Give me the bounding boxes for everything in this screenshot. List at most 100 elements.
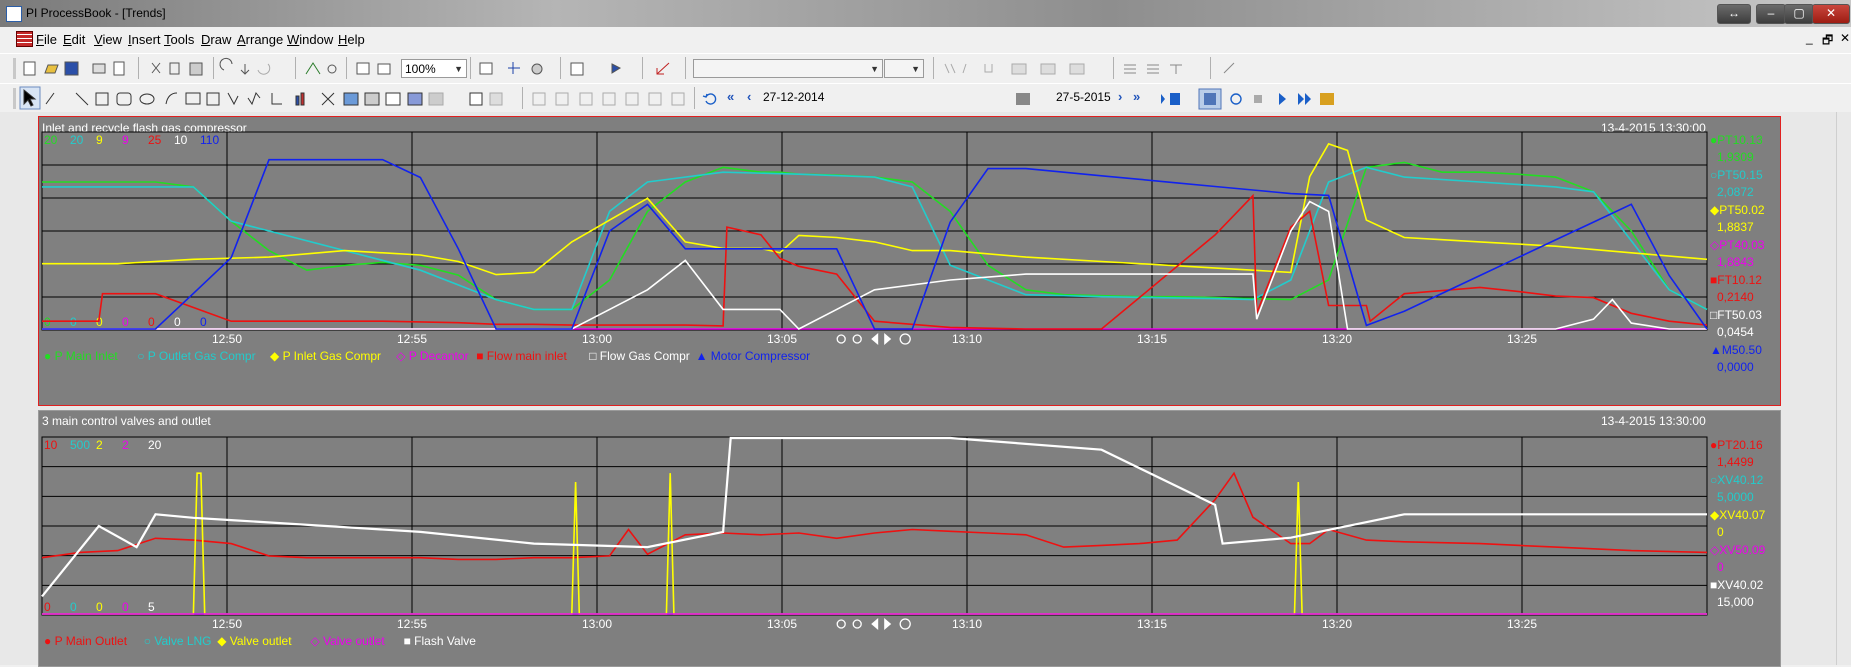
align-icon: [1170, 64, 1182, 74]
symbol-tool-icon: [364, 92, 380, 106]
tag-value-label: 1,9309: [1717, 150, 1754, 164]
trend-plot-area[interactable]: 12:50 12:55 13:00 13:05 13:10 13:15 13:20 13:25…: [39, 117, 1780, 405]
x-tick-label: 13:20: [1322, 617, 1352, 631]
legend-entry: ◆ Valve outlet: [217, 634, 292, 648]
fill-color-icon: [1011, 63, 1027, 75]
zoom-value: 100%: [405, 62, 436, 76]
menu-label: rrange: [245, 32, 284, 47]
x-tick-label: 13:10: [952, 617, 982, 631]
tag-name-label: ○PT50.15: [1710, 168, 1763, 182]
x-tick-label: 13:20: [1322, 332, 1352, 346]
chart-edit-icon: [656, 62, 670, 75]
tag-value-label: 2,0872: [1717, 185, 1754, 199]
back-icon[interactable]: ‹: [747, 89, 751, 104]
scale-min-label: 0: [200, 315, 207, 329]
line-color-icon: [1040, 63, 1056, 75]
legend-entry: ○ Valve LNG: [144, 634, 212, 648]
run-icon: [611, 63, 622, 74]
fast-forward-icon: [1298, 93, 1311, 105]
scale-max-label: 110: [200, 133, 219, 147]
tag-name-label: ▲M50.50: [1710, 343, 1762, 357]
menu-view[interactable]: View: [94, 32, 122, 47]
start-time-field[interactable]: 27-12-2014: [763, 90, 1013, 104]
x-tick-label: 13:15: [1137, 617, 1167, 631]
legend-entry: ● P Main Inlet: [44, 349, 118, 363]
tag-value-label: 0,2140: [1717, 290, 1754, 304]
zoom-select[interactable]: 100% ▼: [401, 59, 467, 78]
font-name-select[interactable]: ▼: [693, 59, 883, 78]
pan-right-icon: [884, 618, 892, 630]
ellipse-tool-icon: [139, 93, 155, 105]
window-icon: [479, 62, 493, 75]
refresh-icon: [899, 618, 911, 630]
stop-icon: [1254, 95, 1262, 103]
trend-control-valves[interactable]: 3 main control valves and outlet 13-4-20…: [38, 410, 1781, 667]
trend-plot-area[interactable]: 12:50 12:55 13:00 13:05 13:10 13:15 13:20 13:25…: [39, 411, 1780, 666]
x-tick-label: 13:10: [952, 332, 982, 346]
scale-max-label: 2: [122, 438, 129, 452]
menu-arrange[interactable]: Arrange: [237, 32, 283, 47]
menu-accelerator: H: [338, 32, 348, 47]
line-tool-icon: [75, 92, 89, 106]
menu-edit[interactable]: Edit: [63, 32, 85, 47]
bold-icon: [944, 63, 956, 74]
scale-min-label: 0: [70, 600, 77, 614]
trend-inlet-recycle[interactable]: Inlet and recycle flash gas compressor 1…: [38, 116, 1781, 406]
menu-window[interactable]: Window: [287, 32, 333, 47]
mdi-restore-button[interactable]: 🗗: [1822, 31, 1833, 52]
paste-icon: [189, 62, 203, 76]
menu-insert[interactable]: Insert: [128, 32, 161, 47]
print-preview-icon: [113, 61, 125, 76]
maximize-button[interactable]: ▢: [1784, 4, 1814, 24]
menu-accelerator: F: [36, 32, 44, 47]
export-icon: [1320, 93, 1334, 105]
menu-file[interactable]: File: [36, 32, 57, 47]
redo-icon: [257, 63, 271, 75]
x-tick-label: 13:00: [582, 617, 612, 631]
mdi-close-button[interactable]: ✕: [1840, 31, 1850, 45]
menu-label: iew: [102, 32, 122, 47]
font-size-select[interactable]: ▼: [884, 59, 924, 78]
chevron-down-icon: ▼: [870, 64, 879, 74]
menu-accelerator: E: [63, 32, 72, 47]
legend-entry: ● P Main Outlet: [44, 634, 128, 648]
button-tool-icon: [206, 92, 220, 106]
tag-name-label: ■XV40.02: [1710, 578, 1764, 592]
tag-name-label: ◇XV50.09: [1710, 543, 1766, 557]
menu-draw[interactable]: Draw: [201, 32, 231, 47]
download-icon: [240, 64, 250, 75]
time-range-icon: [1170, 93, 1180, 105]
x-tick-label: 13:25: [1507, 332, 1537, 346]
close-button[interactable]: ✕: [1812, 4, 1850, 24]
back-fast-icon[interactable]: «: [727, 89, 734, 104]
vertical-scrollbar[interactable]: [1836, 112, 1851, 665]
menu-label: nsert: [131, 32, 161, 47]
tag-value-label: 0: [1717, 525, 1724, 539]
scale-min-label: 0: [96, 600, 103, 614]
menu-tools[interactable]: Tools: [164, 32, 194, 47]
menu-help[interactable]: Help: [338, 32, 365, 47]
disabled-tool-icon: [428, 92, 444, 106]
forward-fast-icon[interactable]: »: [1133, 89, 1140, 104]
tools-icon: [321, 92, 335, 106]
pan-right-icon: [884, 333, 892, 345]
legend-entry: ■ Flash Valve: [404, 634, 477, 648]
tag-value-label: 0,0454: [1717, 325, 1754, 339]
scale-min-label: 0: [148, 315, 155, 329]
menu-label: ools: [170, 32, 195, 47]
zoom-in-icon: [836, 334, 846, 344]
minimize-button[interactable]: –: [1756, 4, 1786, 24]
restore-size-icon[interactable]: ↔: [1717, 4, 1751, 24]
new-icon: [23, 61, 36, 76]
scale-min-label: 5: [148, 600, 155, 614]
tag-name-label: ○XV40.12: [1710, 473, 1764, 487]
menu-label: elp: [347, 32, 365, 47]
scale-max-label: 10: [44, 438, 58, 452]
legend-entry: ○ P Outlet Gas Compr: [137, 349, 255, 363]
tag-value-label: 15,000: [1717, 595, 1754, 609]
document-icon[interactable]: [16, 31, 33, 47]
end-time-field[interactable]: 27-5-2015: [1056, 90, 1116, 104]
mdi-minimize-button[interactable]: _: [1806, 31, 1813, 45]
forward-icon[interactable]: ›: [1118, 89, 1122, 104]
scale-max-label: 20: [148, 438, 162, 452]
